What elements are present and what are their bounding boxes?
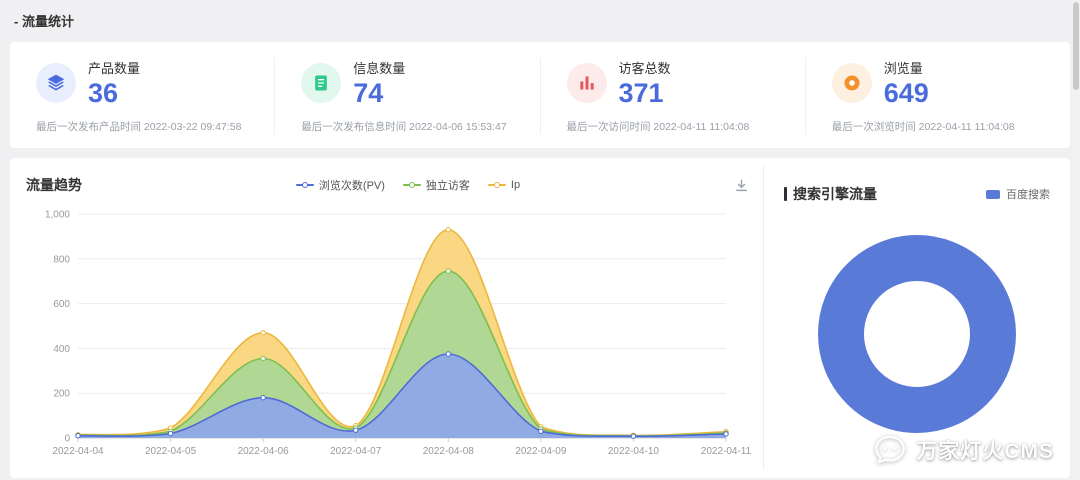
legend-marker-icon — [488, 184, 506, 186]
stat-card-visitors: 访客总数 371 最后一次访问时间 2022-04-11 11:04:08 — [541, 58, 806, 134]
stat-value: 74 — [353, 80, 405, 107]
stat-card-pageviews: 浏览量 649 最后一次浏览时间 2022-04-11 11:04:08 — [806, 58, 1070, 134]
stat-label: 信息数量 — [353, 58, 405, 77]
title-accent-bar — [784, 187, 787, 201]
legend-label: Ip — [511, 179, 520, 191]
svg-text:2022-04-11: 2022-04-11 — [701, 446, 752, 457]
trend-chart-title: 流量趋势 — [26, 175, 82, 195]
stat-card-products: 产品数量 36 最后一次发布产品时间 2022-03-22 09:47:58 — [10, 58, 275, 134]
trend-chart-section: 流量趋势 浏览次数(PV) 独立访客 Ip 0 200 400 600 800 1,000 20… — [10, 158, 763, 478]
search-engine-section: 搜索引擎流量 百度搜索 — [764, 158, 1070, 478]
svg-text:2022-04-07: 2022-04-07 — [330, 446, 382, 457]
stat-label: 浏览量 — [884, 58, 929, 77]
stat-timestamp: 最后一次浏览时间 2022-04-11 11:04:08 — [832, 119, 1044, 134]
stats-summary-card: 产品数量 36 最后一次发布产品时间 2022-03-22 09:47:58 信… — [10, 42, 1070, 148]
legend-swatch — [986, 190, 1000, 199]
trend-legend-item[interactable]: 独立访客 — [403, 177, 470, 193]
page-header: - 流量统计 — [0, 0, 1080, 40]
search-traffic-title: 搜索引擎流量 — [793, 184, 877, 204]
trend-legend-item[interactable]: Ip — [488, 179, 520, 191]
trend-legend-item[interactable]: 浏览次数(PV) — [296, 177, 385, 193]
trend-area-chart[interactable]: 0 200 400 600 800 1,000 2022-04-04 2022-04-05 20… — [26, 198, 761, 470]
svg-text:2022-04-06: 2022-04-06 — [238, 446, 290, 457]
bar-chart-icon — [567, 63, 607, 103]
traffic-panel: 流量趋势 浏览次数(PV) 独立访客 Ip 0 200 400 600 800 1,000 20… — [10, 158, 1070, 478]
svg-text:1,000: 1,000 — [45, 210, 70, 221]
stat-value: 36 — [88, 80, 140, 107]
svg-text:2022-04-05: 2022-04-05 — [145, 446, 197, 457]
trend-legend: 浏览次数(PV) 独立访客 Ip — [82, 177, 734, 193]
stat-value: 371 — [619, 80, 671, 107]
stat-timestamp: 最后一次访问时间 2022-04-11 11:04:08 — [567, 119, 779, 134]
scrollbar[interactable] — [1072, 0, 1080, 480]
stat-timestamp: 最后一次发布信息时间 2022-04-06 15:53:47 — [301, 119, 513, 134]
svg-text:0: 0 — [64, 434, 70, 445]
document-icon — [301, 63, 341, 103]
search-donut-chart[interactable] — [814, 231, 1020, 437]
legend-marker-icon — [403, 184, 421, 186]
scrollbar-thumb[interactable] — [1073, 2, 1079, 90]
legend-label: 浏览次数(PV) — [319, 177, 385, 193]
download-icon[interactable] — [734, 178, 749, 193]
stat-timestamp: 最后一次发布产品时间 2022-03-22 09:47:58 — [36, 119, 248, 134]
donut-legend-item[interactable]: 百度搜索 — [986, 186, 1050, 202]
svg-text:200: 200 — [53, 389, 70, 400]
stat-label: 产品数量 — [88, 58, 140, 77]
stat-label: 访客总数 — [619, 58, 671, 77]
legend-label: 百度搜索 — [1006, 186, 1050, 202]
views-icon — [832, 63, 872, 103]
svg-text:600: 600 — [53, 299, 70, 310]
svg-text:2022-04-04: 2022-04-04 — [52, 446, 104, 457]
svg-text:2022-04-10: 2022-04-10 — [608, 446, 660, 457]
page-title: - 流量统计 — [14, 11, 74, 30]
legend-label: 独立访客 — [426, 177, 470, 193]
svg-text:400: 400 — [53, 344, 70, 355]
layers-icon — [36, 63, 76, 103]
svg-text:800: 800 — [53, 254, 70, 265]
legend-marker-icon — [296, 184, 314, 186]
stat-card-info: 信息数量 74 最后一次发布信息时间 2022-04-06 15:53:47 — [275, 58, 540, 134]
svg-text:2022-04-08: 2022-04-08 — [423, 446, 475, 457]
svg-text:2022-04-09: 2022-04-09 — [515, 446, 567, 457]
stat-value: 649 — [884, 80, 929, 107]
